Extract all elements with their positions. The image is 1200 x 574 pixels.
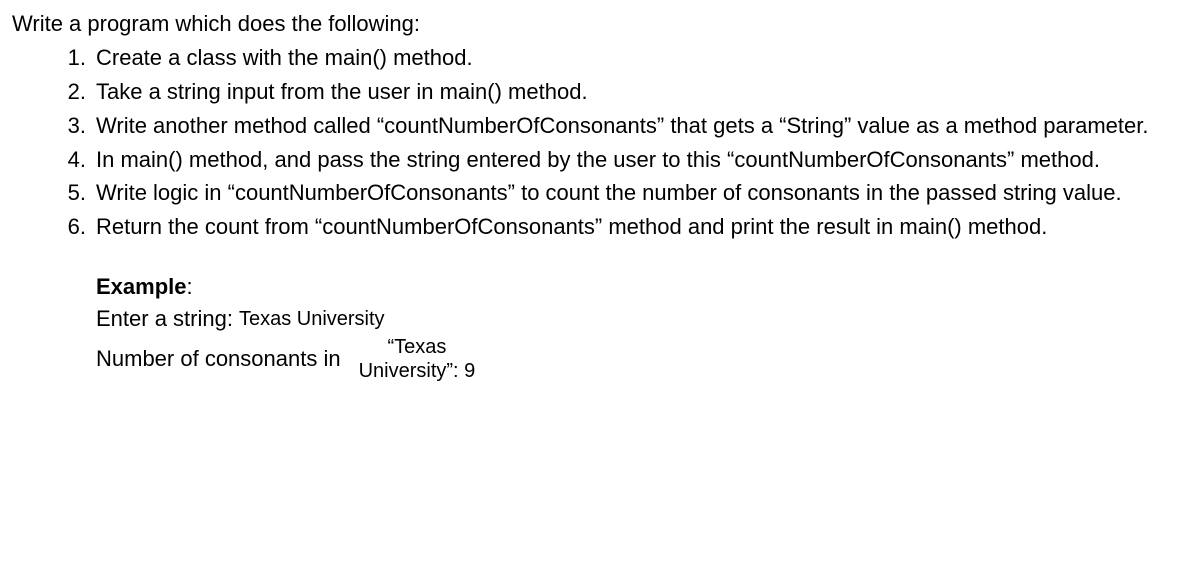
example-output-prefix: Number of consonants in bbox=[96, 343, 341, 375]
example-heading: Example: bbox=[96, 271, 1188, 303]
item-text: Return the count from “countNumberOfCons… bbox=[96, 214, 1047, 239]
example-input-value: Texas University bbox=[239, 305, 385, 334]
item-number: 3. bbox=[56, 110, 86, 142]
item-text: Write another method called “countNumber… bbox=[96, 113, 1148, 138]
instruction-list: 1. Create a class with the main() method… bbox=[12, 42, 1188, 243]
list-item: 5. Write logic in “countNumberOfConsonan… bbox=[56, 177, 1188, 209]
intro-text: Write a program which does the following… bbox=[12, 8, 1188, 40]
example-line-1: Enter a string: Texas University bbox=[96, 303, 1188, 335]
item-text: Take a string input from the user in mai… bbox=[96, 79, 588, 104]
list-item: 1. Create a class with the main() method… bbox=[56, 42, 1188, 74]
item-text: In main() method, and pass the string en… bbox=[96, 147, 1100, 172]
item-number: 2. bbox=[56, 76, 86, 108]
stacked-top: “Texas bbox=[387, 335, 446, 359]
item-text: Create a class with the main() method. bbox=[96, 45, 473, 70]
item-text: Write logic in “countNumberOfConsonants”… bbox=[96, 180, 1122, 205]
item-number: 6. bbox=[56, 211, 86, 243]
item-number: 4. bbox=[56, 144, 86, 176]
list-item: 6. Return the count from “countNumberOfC… bbox=[56, 211, 1188, 243]
example-line-2: Number of consonants in “Texas Universit… bbox=[96, 335, 1188, 383]
list-item: 2. Take a string input from the user in … bbox=[56, 76, 1188, 108]
example-colon: : bbox=[187, 274, 193, 299]
example-label: Example bbox=[96, 274, 187, 299]
example-stacked-value: “Texas University”: 9 bbox=[359, 335, 476, 383]
example-block: Example: Enter a string: Texas Universit… bbox=[12, 271, 1188, 383]
list-item: 4. In main() method, and pass the string… bbox=[56, 144, 1188, 176]
example-prompt: Enter a string: bbox=[96, 303, 233, 335]
list-item: 3. Write another method called “countNum… bbox=[56, 110, 1188, 142]
stacked-bottom: University”: 9 bbox=[359, 359, 476, 383]
item-number: 1. bbox=[56, 42, 86, 74]
item-number: 5. bbox=[56, 177, 86, 209]
